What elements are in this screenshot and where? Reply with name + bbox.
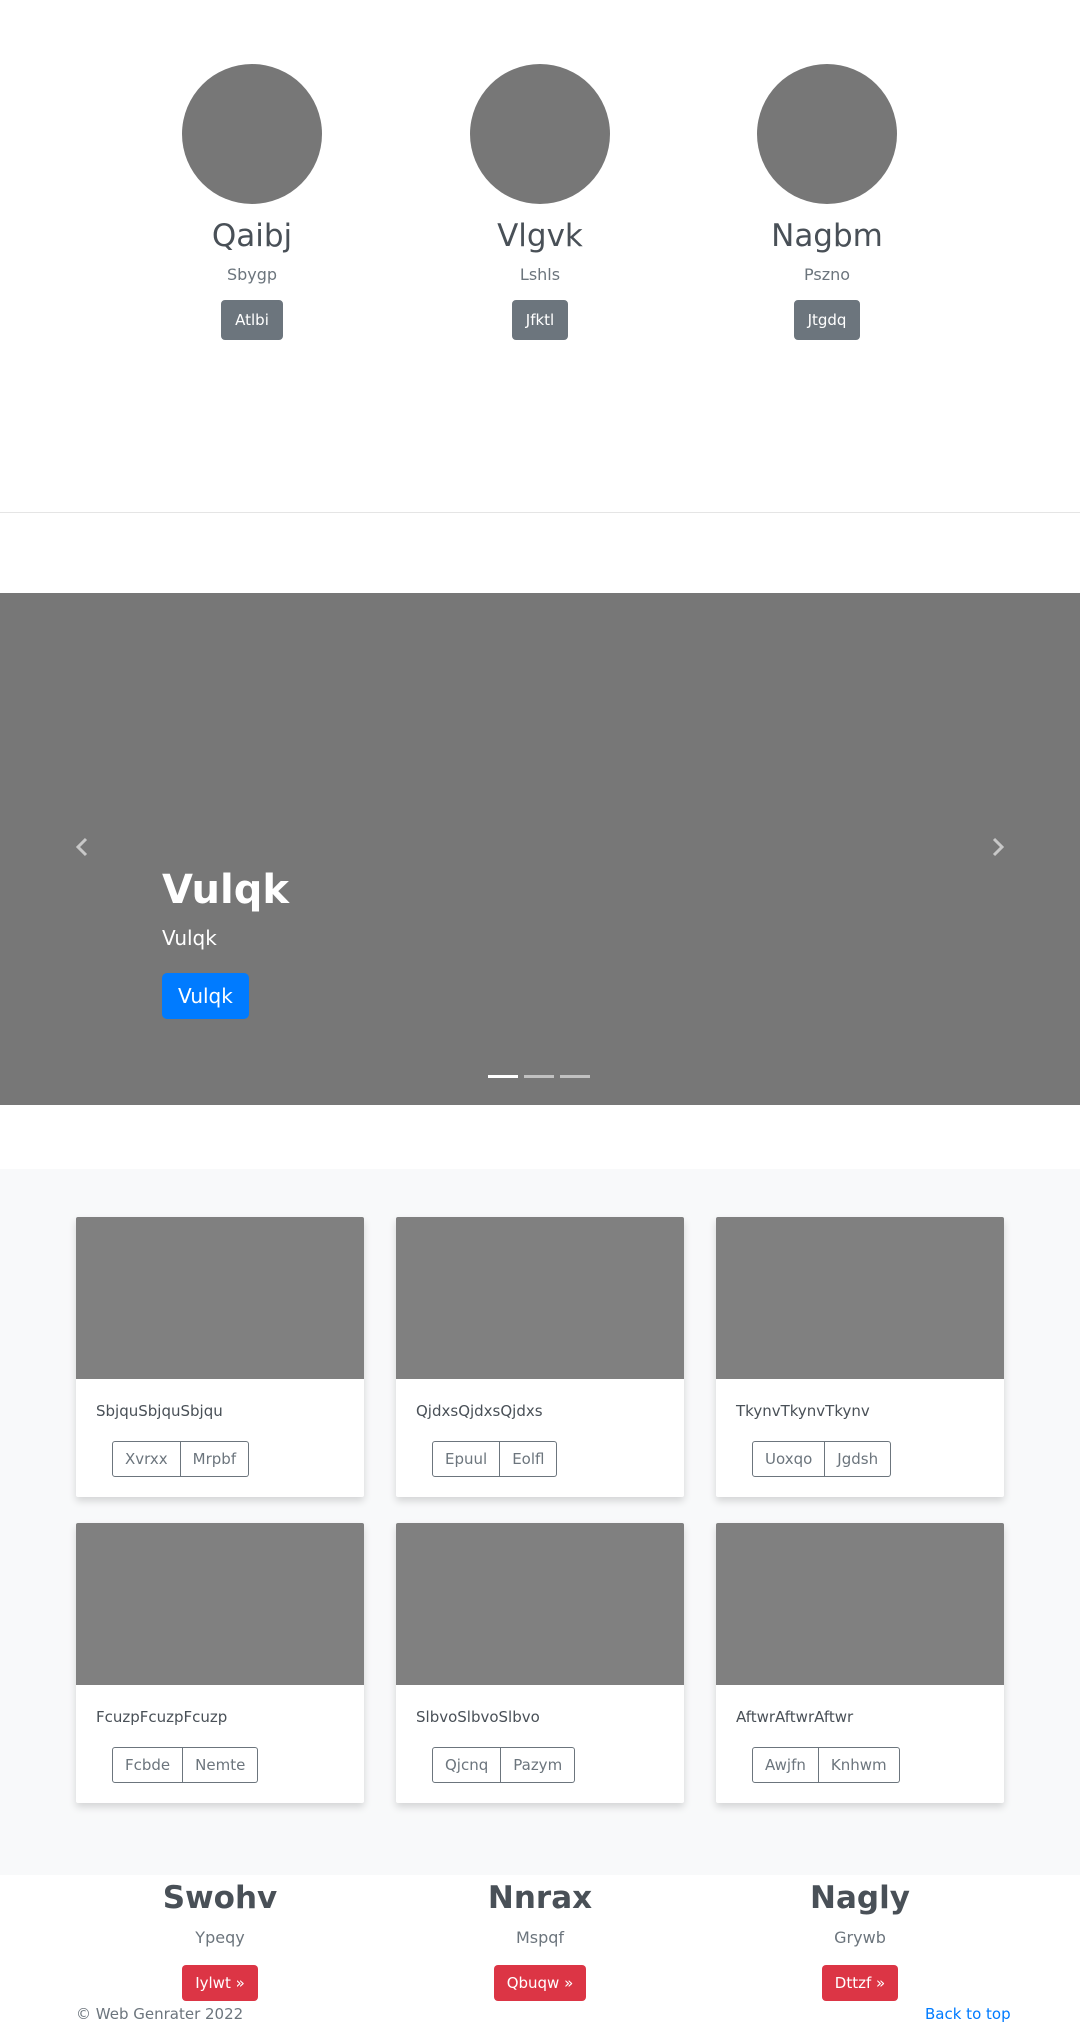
avatar [757,64,897,204]
card-text: QjdxsQjdxsQjdxs [416,1402,543,1420]
carousel-prev-button[interactable] [68,833,96,861]
feature-1: Swohv Ypeqy Iylwt » [100,1875,340,2001]
profile-name: Nagbm [771,218,883,254]
card-button-group: Uoxqo Jgdsh [752,1441,892,1477]
profile-button[interactable]: Jtgdq [793,300,861,340]
card-text: FcuzpFcuzpFcuzp [96,1708,228,1726]
carousel-title: Vulqk [162,867,289,913]
card-button-1[interactable]: Epuul [432,1441,501,1477]
card-image-placeholder [396,1523,684,1685]
profile-2: Vlgvk Lshls Jfktl [420,64,660,340]
album-card-6: AftwrAftwrAftwr Awjfn Knhwm [716,1523,1004,1803]
card-button-group: Fcbde Nemte [112,1747,259,1783]
profile-1: Qaibj Sbygp Atlbi [132,64,372,340]
profile-subtitle: Pszno [803,265,851,284]
carousel-indicators [488,1075,596,1094]
card-button-1[interactable]: Uoxqo [752,1441,826,1477]
feature-button[interactable]: Dttzf » [821,1965,899,2001]
album-card-3: TkynvTkynvTkynv Uoxqo Jgdsh [716,1217,1004,1497]
card-button-2[interactable]: Mrpbf [180,1441,250,1477]
profiles-section: Qaibj Sbygp Atlbi Vlgvk Lshls Jfktl Nagb… [0,0,1080,512]
card-text: SbjquSbjquSbjqu [96,1402,223,1420]
card-button-group: Epuul Eolfl [432,1441,558,1477]
avatar [470,64,610,204]
carousel-cta-button[interactable]: Vulqk [162,973,249,1019]
album-card-4: FcuzpFcuzpFcuzp Fcbde Nemte [76,1523,364,1803]
profile-subtitle: Lshls [519,265,561,284]
card-button-1[interactable]: Qjcnq [432,1747,502,1783]
card-button-group: Awjfn Knhwm [752,1747,900,1783]
card-button-2[interactable]: Jgdsh [825,1441,892,1477]
profile-name: Vlgvk [497,218,583,254]
hero-carousel: Vulqk Vulqk Vulqk [0,593,1080,1105]
profile-button[interactable]: Atlbi [221,300,283,340]
card-button-2[interactable]: Nemte [183,1747,259,1783]
feature-subtitle: Ypeqy [195,1928,245,1947]
card-text: AftwrAftwrAftwr [736,1708,854,1726]
carousel-indicator-1[interactable] [488,1075,518,1078]
feature-title: Nagly [810,1880,910,1916]
feature-2: Nnrax Mspqf Qbuqw » [420,1875,660,2001]
card-button-1[interactable]: Xvrxx [112,1441,181,1477]
card-image-placeholder [396,1217,684,1379]
card-text: TkynvTkynvTkynv [736,1402,870,1420]
profile-button[interactable]: Jfktl [511,300,569,340]
avatar [182,64,322,204]
feature-subtitle: Grywb [834,1928,886,1947]
album-card-5: SlbvoSlbvoSlbvo Qjcnq Pazym [396,1523,684,1803]
card-button-group: Qjcnq Pazym [432,1747,576,1783]
card-button-2[interactable]: Pazym [501,1747,576,1783]
album-card-1: SbjquSbjquSbjqu Xvrxx Mrpbf [76,1217,364,1497]
chevron-right-icon [992,837,1005,857]
feature-title: Swohv [162,1880,278,1916]
card-text: SlbvoSlbvoSlbvo [416,1708,540,1726]
feature-subtitle: Mspqf [515,1928,565,1947]
carousel-next-button[interactable] [984,833,1012,861]
card-button-1[interactable]: Fcbde [112,1747,184,1783]
footer-copyright: © Web Genrater 2022 [76,2005,244,2023]
album-section: SbjquSbjquSbjqu Xvrxx Mrpbf QjdxsQjdxsQj… [0,1169,1080,1875]
section-divider [0,512,1080,513]
carousel-indicator-2[interactable] [524,1075,554,1078]
card-button-1[interactable]: Awjfn [752,1747,819,1783]
album-card-2: QjdxsQjdxsQjdxs Epuul Eolfl [396,1217,684,1497]
card-image-placeholder [716,1523,1004,1685]
carousel-indicator-3[interactable] [560,1075,590,1078]
carousel-subtitle: Vulqk [162,926,217,950]
profile-name: Qaibj [211,218,293,254]
feature-title: Nnrax [487,1880,593,1916]
profile-3: Nagbm Pszno Jtgdq [707,64,947,340]
back-to-top-link[interactable]: Back to top [925,2004,1011,2024]
profile-subtitle: Sbygp [226,265,278,284]
chevron-left-icon [75,837,88,857]
card-button-group: Xvrxx Mrpbf [112,1441,250,1477]
carousel-caption: Vulqk Vulqk Vulqk [162,865,289,1019]
feature-button[interactable]: Iylwt » [182,1965,258,2001]
card-button-2[interactable]: Eolfl [500,1441,558,1477]
card-image-placeholder [76,1523,364,1685]
card-button-2[interactable]: Knhwm [818,1747,900,1783]
card-image-placeholder [716,1217,1004,1379]
feature-3: Nagly Grywb Dttzf » [740,1875,980,2001]
card-image-placeholder [76,1217,364,1379]
feature-button[interactable]: Qbuqw » [493,1965,587,2001]
